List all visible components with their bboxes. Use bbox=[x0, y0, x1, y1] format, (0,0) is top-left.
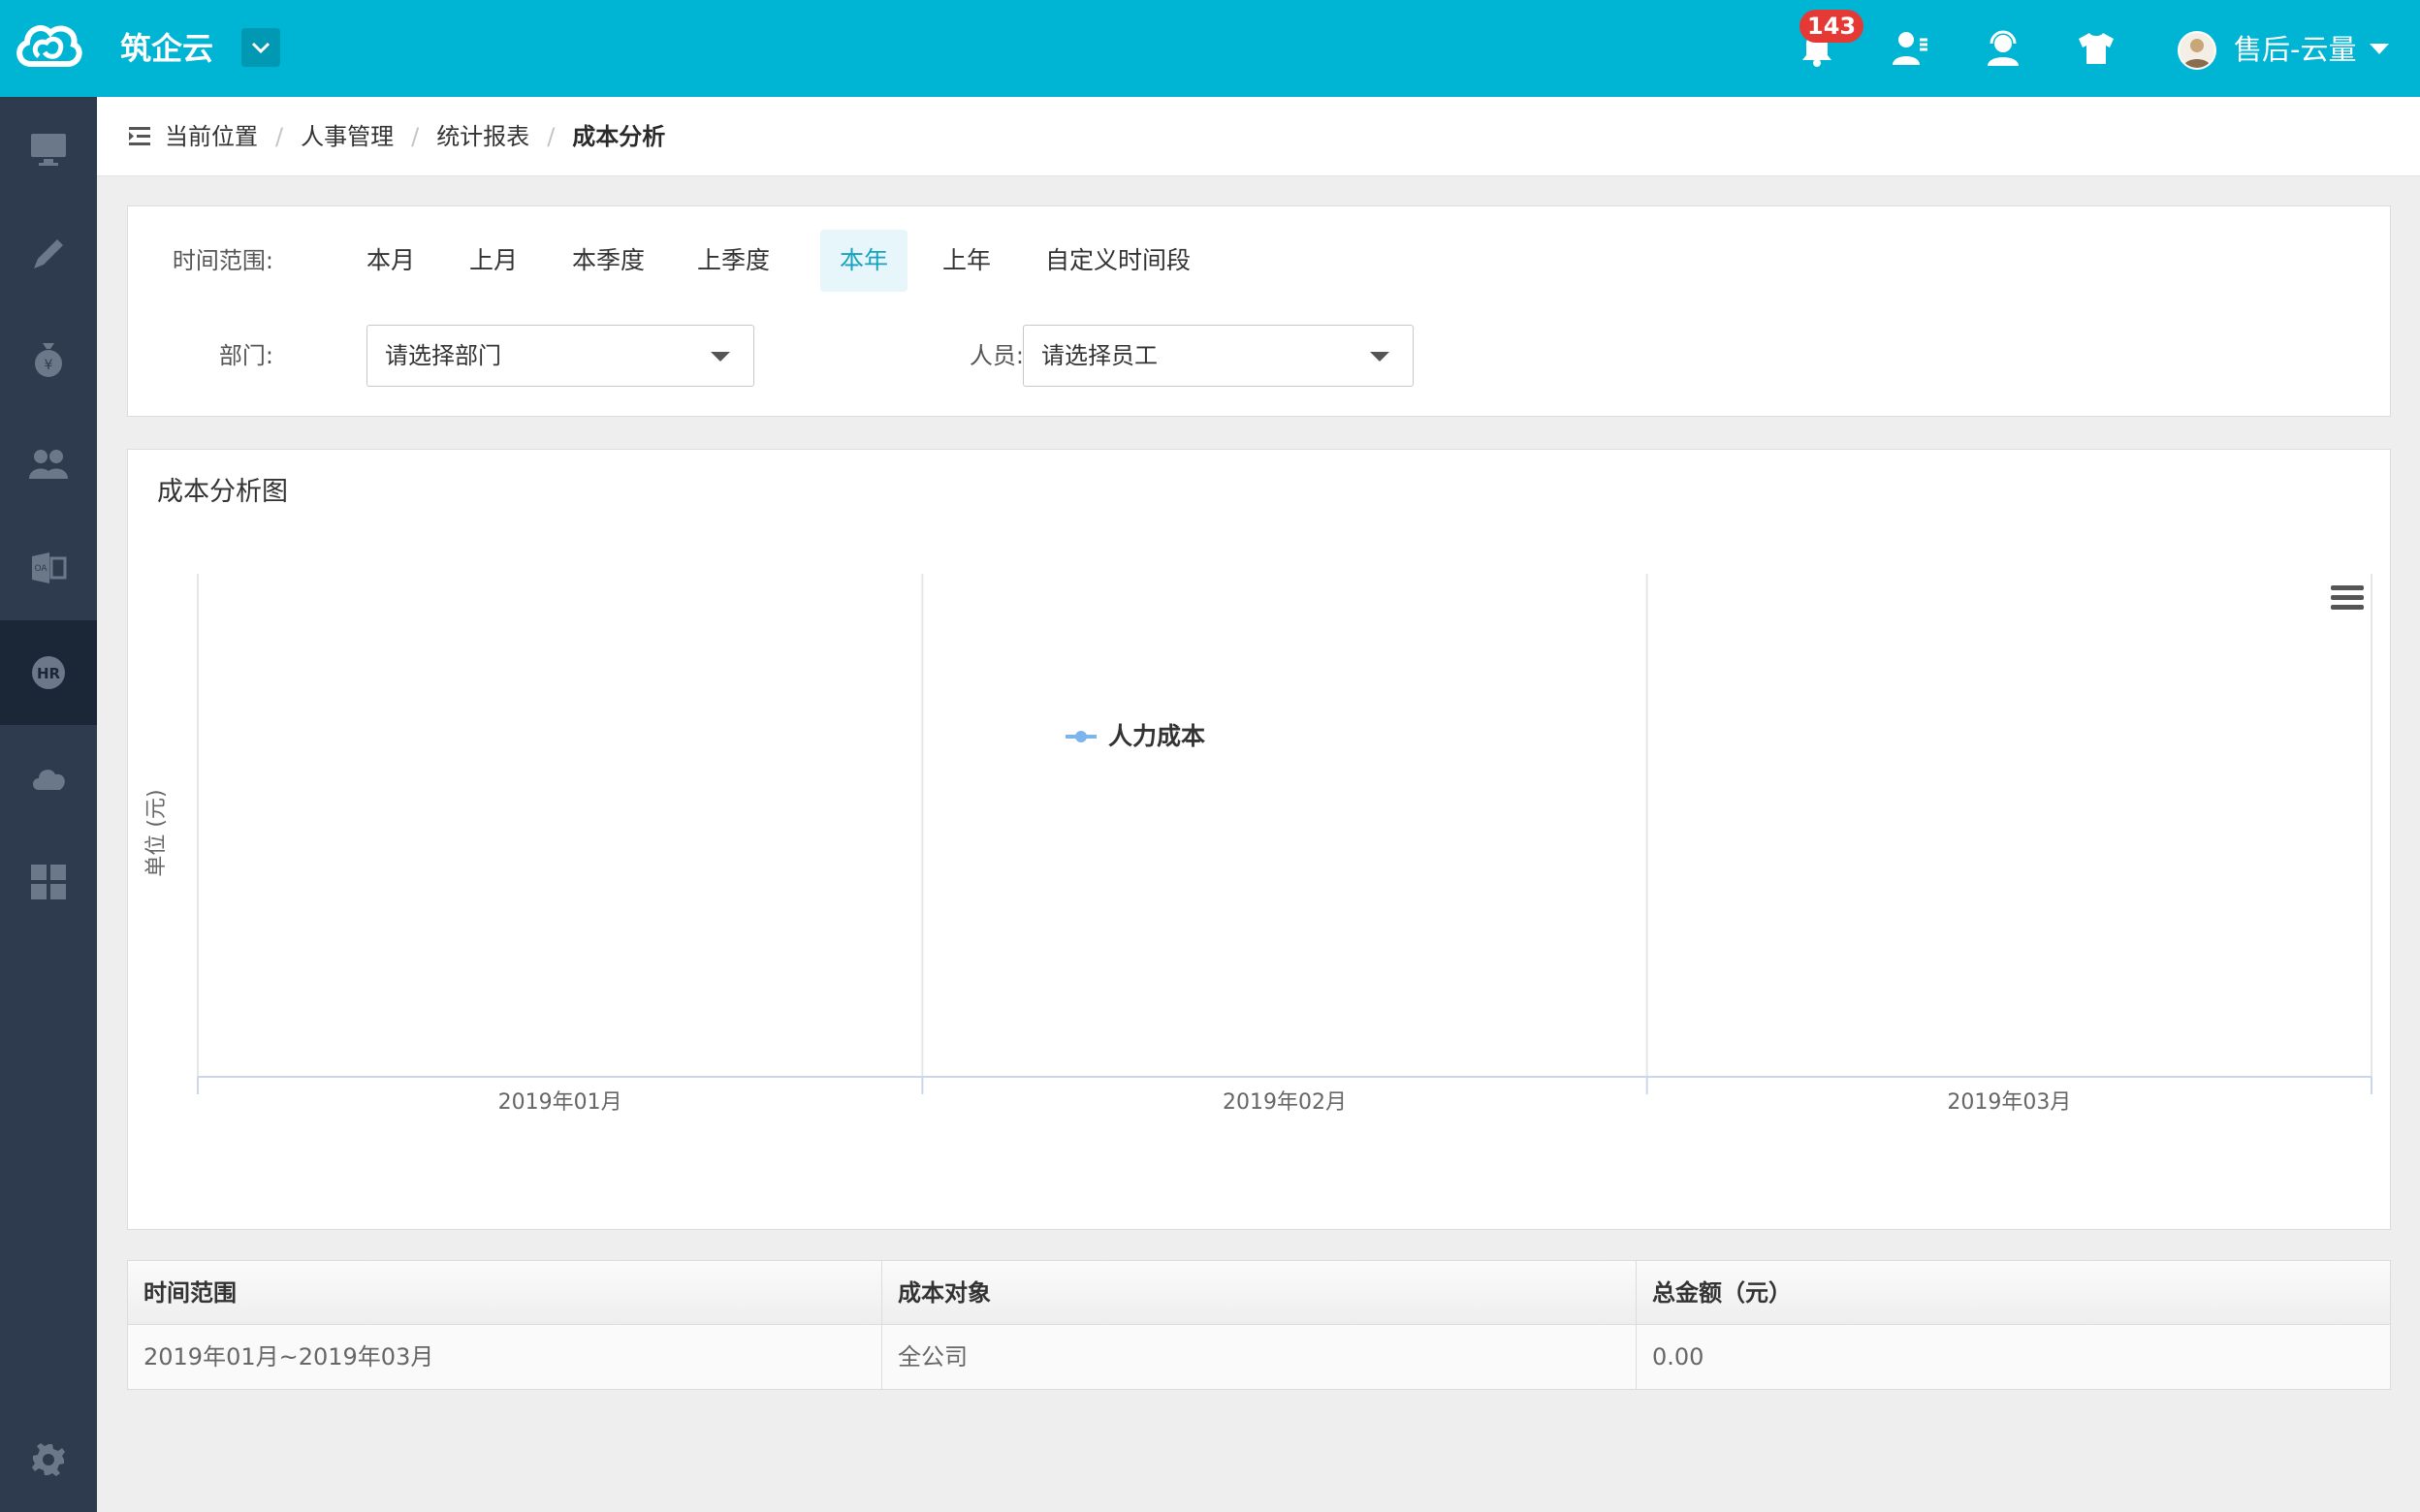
table-header-time-range: 时间范围 bbox=[128, 1261, 882, 1325]
users-icon bbox=[29, 450, 68, 479]
caret-down-icon bbox=[711, 352, 730, 362]
caret-down-icon[interactable] bbox=[2370, 44, 2389, 54]
time-option-custom[interactable]: 自定义时间段 bbox=[1026, 230, 1210, 292]
sidebar-item-finance[interactable]: ¥ bbox=[0, 306, 97, 411]
department-select[interactable]: 请选择部门 bbox=[366, 325, 754, 387]
sidebar-item-settings[interactable] bbox=[0, 1407, 97, 1512]
notification-badge: 143 bbox=[1799, 10, 1864, 43]
department-label: 部门: bbox=[218, 342, 273, 369]
breadcrumb-bar: 当前位置 / 人事管理 / 统计报表 / 成本分析 bbox=[97, 97, 2420, 176]
y-axis-label: 单位 (元) bbox=[144, 789, 169, 876]
avatar[interactable] bbox=[2178, 31, 2216, 70]
table-cell: 0.00 bbox=[1652, 1343, 1704, 1370]
svg-text:OA: OA bbox=[34, 564, 48, 574]
legend-point-marker bbox=[1075, 731, 1087, 742]
svg-text:¥: ¥ bbox=[45, 358, 53, 373]
money-bag-icon: ¥ bbox=[35, 343, 62, 377]
sidebar-item-edit[interactable] bbox=[0, 202, 97, 306]
table-header-cost-target: 成本对象 bbox=[882, 1261, 1637, 1325]
department-select-value: 请选择部门 bbox=[385, 342, 501, 369]
table-header-total-amount: 总金额（元） bbox=[1652, 1279, 1792, 1307]
sidebar-item-dashboard[interactable] bbox=[0, 97, 97, 202]
breadcrumb-hr-management[interactable]: 人事管理 bbox=[301, 116, 394, 157]
staff-select[interactable]: 请选择员工 bbox=[1023, 325, 1414, 387]
svg-text:HR: HR bbox=[37, 665, 61, 682]
staff-label: 人员: bbox=[969, 342, 1024, 369]
legend-item-label: 人力成本 bbox=[1108, 722, 1205, 750]
brand-name: 筑企云 bbox=[120, 30, 214, 67]
x-tick-label: 2019年03月 bbox=[1947, 1090, 2071, 1115]
pencil-icon bbox=[34, 239, 63, 268]
chart-panel: 成本分析图 2019年01月 2019年02月 2019年03月 单位 (元) 人力成本 bbox=[127, 449, 2391, 1230]
table-header-row: 时间范围 成本对象 总金额（元） bbox=[128, 1261, 2390, 1325]
x-tick-label: 2019年02月 bbox=[1223, 1090, 1347, 1115]
time-range-label: 时间范围: bbox=[172, 247, 273, 274]
time-option-last-year[interactable]: 上年 bbox=[923, 230, 1010, 292]
sidebar-item-cloud[interactable] bbox=[0, 725, 97, 830]
table-cell: 2019年01月~2019年03月 bbox=[128, 1325, 882, 1389]
cost-chart: 2019年01月 2019年02月 2019年03月 单位 (元) 人力成本 bbox=[144, 574, 2372, 1115]
shirt-icon bbox=[2079, 33, 2114, 64]
contacts-button[interactable] bbox=[1887, 25, 1933, 72]
table-row: 2019年01月~2019年03月 全公司 0.00 bbox=[128, 1325, 2390, 1389]
grid-icon bbox=[31, 865, 66, 899]
time-option-this-quarter[interactable]: 本季度 bbox=[553, 230, 664, 292]
user-avatar-icon bbox=[2183, 39, 2211, 68]
time-option-this-year[interactable]: 本年 bbox=[820, 230, 908, 292]
breadcrumb-current-location: 当前位置 bbox=[165, 123, 258, 150]
brand-dropdown-button[interactable] bbox=[241, 28, 280, 67]
filter-panel: 时间范围: 本月 上月 本季度 上季度 本年 上年 自定义时间段 部门: 请选择… bbox=[127, 205, 2391, 417]
breadcrumb: 当前位置 / 人事管理 / 统计报表 / 成本分析 bbox=[165, 116, 665, 157]
contacts-icon bbox=[1893, 32, 1927, 65]
monitor-icon bbox=[31, 134, 66, 166]
sidebar: ¥ OA HR bbox=[0, 97, 97, 1512]
theme-button[interactable] bbox=[2073, 25, 2119, 72]
user-name[interactable]: 售后-云量 bbox=[2234, 29, 2356, 70]
time-option-last-month[interactable]: 上月 bbox=[450, 230, 537, 292]
settings-icon bbox=[32, 1443, 65, 1476]
caret-down-icon bbox=[1370, 352, 1389, 362]
breadcrumb-separator: / bbox=[547, 123, 556, 150]
sidebar-item-apps[interactable] bbox=[0, 830, 97, 934]
customer-service-icon bbox=[1988, 30, 2019, 66]
top-bar: 筑企云 143 售后-云量 bbox=[0, 0, 2420, 97]
sidebar-item-users[interactable] bbox=[0, 411, 97, 516]
breadcrumb-separator: / bbox=[275, 123, 284, 150]
cloud-icon bbox=[33, 770, 65, 790]
x-tick-label: 2019年01月 bbox=[498, 1090, 622, 1115]
breadcrumb-reports[interactable]: 统计报表 bbox=[436, 116, 529, 157]
sidebar-item-hr[interactable]: HR bbox=[0, 620, 97, 725]
hr-icon: HR bbox=[32, 656, 65, 689]
customer-service-button[interactable] bbox=[1980, 25, 2026, 72]
staff-select-value: 请选择员工 bbox=[1041, 342, 1158, 369]
menu-collapse-icon[interactable] bbox=[129, 126, 154, 147]
office-icon: OA bbox=[32, 552, 67, 583]
breadcrumb-cost-analysis: 成本分析 bbox=[572, 123, 666, 150]
time-option-this-month[interactable]: 本月 bbox=[347, 230, 434, 292]
breadcrumb-separator: / bbox=[411, 123, 420, 150]
cloud-logo-icon[interactable] bbox=[10, 16, 85, 78]
chevron-down-icon bbox=[251, 42, 271, 54]
cost-table: 时间范围 成本对象 总金额（元） 2019年01月~2019年03月 全公司 0… bbox=[127, 1260, 2391, 1390]
sidebar-item-office[interactable]: OA bbox=[0, 516, 97, 620]
table-cell: 全公司 bbox=[882, 1325, 1637, 1389]
time-option-last-quarter[interactable]: 上季度 bbox=[678, 230, 789, 292]
